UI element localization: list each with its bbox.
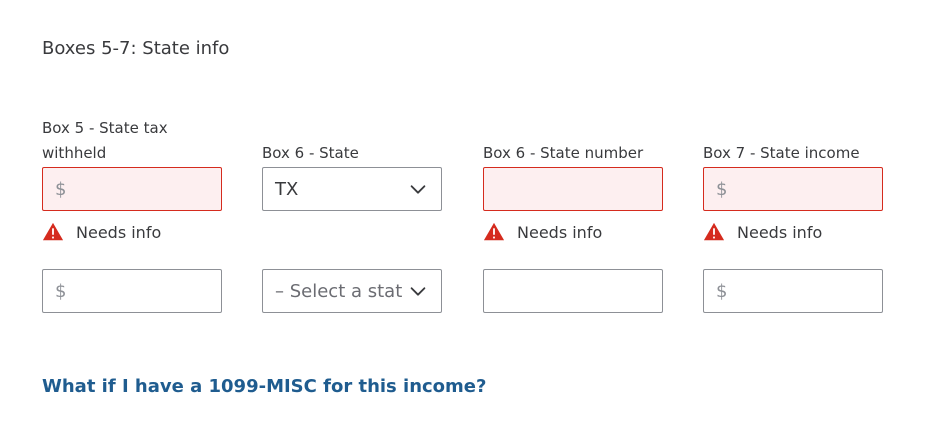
state-income-input-2[interactable]: $: [703, 269, 883, 313]
state-select-2[interactable]: – Select a stat: [262, 269, 442, 313]
state-number-error: Needs info: [483, 211, 663, 253]
warning-icon: [483, 222, 505, 241]
1099-misc-help-link[interactable]: What if I have a 1099-MISC for this inco…: [42, 376, 486, 397]
state-number-input-1[interactable]: [483, 167, 663, 211]
chevron-down-icon: [410, 185, 426, 194]
state-income-input-1[interactable]: $: [703, 167, 883, 211]
box6-state-column: Box 6 - State TX – Select a stat: [262, 116, 442, 313]
state-income-error: Needs info: [703, 211, 883, 253]
chevron-down-icon: [410, 287, 426, 296]
box6-state-number-label: Box 6 - State number: [483, 144, 644, 162]
box6-state-number-column: Box 6 - State number Needs info: [483, 116, 663, 313]
box5-column: Box 5 - State tax withheld $ Needs info …: [42, 116, 222, 313]
error-message: Needs info: [737, 222, 823, 242]
dollar-prefix: $: [716, 280, 728, 302]
box7-column: Box 7 - State income $ Needs info $: [703, 116, 883, 313]
error-message: Needs info: [76, 222, 162, 242]
box5-label: Box 5 - State tax withheld: [42, 119, 168, 162]
box6-state-label: Box 6 - State: [262, 144, 359, 162]
box7-label: Box 7 - State income: [703, 144, 860, 162]
error-message: Needs info: [517, 222, 603, 242]
section-title: Boxes 5-7: State info: [42, 38, 230, 59]
dollar-prefix: $: [716, 178, 728, 200]
dollar-prefix: $: [55, 280, 67, 302]
warning-icon: [42, 222, 64, 241]
box5-state-tax-input-2[interactable]: $: [42, 269, 222, 313]
state-select-placeholder: – Select a stat: [275, 280, 403, 302]
dollar-prefix: $: [55, 178, 67, 200]
state-select-value: TX: [275, 178, 299, 200]
state-number-input-2[interactable]: [483, 269, 663, 313]
state-select-1[interactable]: TX: [262, 167, 442, 211]
box5-error: Needs info: [42, 211, 222, 253]
warning-icon: [703, 222, 725, 241]
box5-state-tax-input-1[interactable]: $: [42, 167, 222, 211]
